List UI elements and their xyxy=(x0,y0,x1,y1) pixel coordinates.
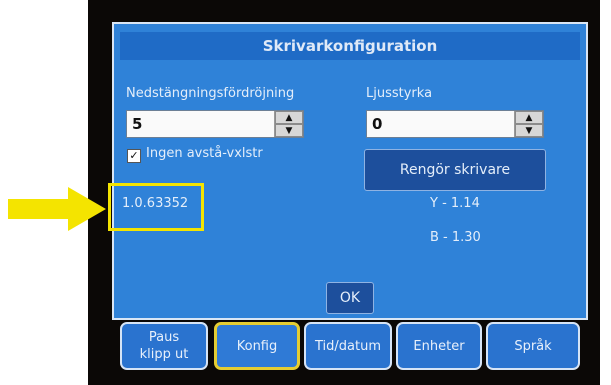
arrow-up-icon[interactable]: ▲ xyxy=(515,111,543,124)
clean-printer-button[interactable]: Rengör skrivare xyxy=(364,149,546,191)
shutdown-delay-label: Nedstängningsfördröjning xyxy=(126,86,295,101)
brightness-spinner[interactable]: 0 ▲ ▼ xyxy=(366,110,544,138)
no-cut-checkbox[interactable]: ✓ xyxy=(127,149,141,163)
no-cut-checkbox-label: Ingen avstå-vxlstr xyxy=(146,146,263,161)
tab-time-date-label: Tid/datum xyxy=(314,338,381,354)
tab-pause-cut-line1: Paus xyxy=(148,330,180,345)
b-version: B - 1.30 xyxy=(430,230,481,245)
tab-language-label: Språk xyxy=(514,338,552,354)
tab-units-label: Enheter xyxy=(413,338,465,354)
tab-config[interactable]: Konfig xyxy=(214,322,300,370)
arrow-down-icon[interactable]: ▼ xyxy=(275,124,303,137)
tab-time-date[interactable]: Tid/datum xyxy=(304,322,392,370)
ok-button[interactable]: OK xyxy=(326,282,374,314)
shutdown-delay-value[interactable]: 5 xyxy=(127,111,275,137)
printer-config-screen: Skrivarkonfiguration Nedstängningsfördrö… xyxy=(112,22,588,320)
yellow-arrow-icon xyxy=(8,187,106,231)
tab-units[interactable]: Enheter xyxy=(396,322,482,370)
shutdown-delay-spinner[interactable]: 5 ▲ ▼ xyxy=(126,110,304,138)
arrow-up-icon[interactable]: ▲ xyxy=(275,111,303,124)
dialog-title: Skrivarkonfiguration xyxy=(120,32,580,60)
y-version: Y - 1.14 xyxy=(430,196,480,211)
tab-pause-cut[interactable]: Paus klipp ut xyxy=(120,322,208,370)
tab-language[interactable]: Språk xyxy=(486,322,580,370)
tab-pause-cut-line2: klipp ut xyxy=(139,347,189,362)
brightness-value[interactable]: 0 xyxy=(367,111,515,137)
tab-config-label: Konfig xyxy=(236,338,278,354)
brightness-label: Ljusstyrka xyxy=(366,86,433,101)
version-highlight-box xyxy=(108,183,204,231)
arrow-down-icon[interactable]: ▼ xyxy=(515,124,543,137)
